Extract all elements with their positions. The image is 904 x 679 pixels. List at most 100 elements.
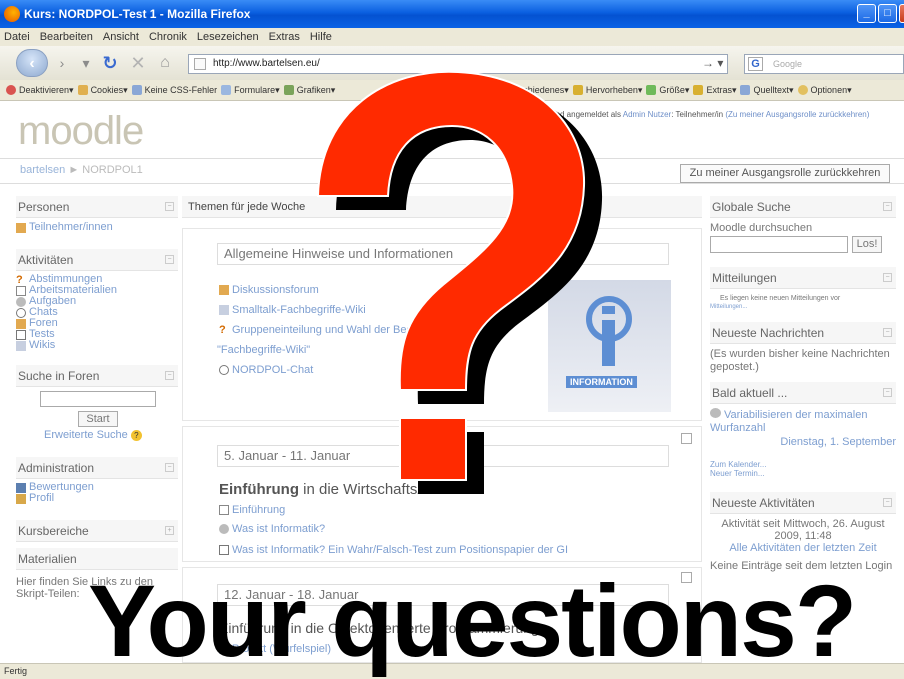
- collapse-icon[interactable]: −: [883, 202, 892, 211]
- go-arrow-icon[interactable]: → ▾: [702, 56, 723, 70]
- advanced-search-link[interactable]: Erweiterte Suche ?: [44, 429, 178, 441]
- menu-datei[interactable]: Datei: [4, 31, 30, 43]
- your-questions-caption: Your questions?: [88, 564, 857, 678]
- link-diskussionsforum[interactable]: Diskussionsforum: [219, 283, 467, 297]
- webdev-verschiedenes[interactable]: Verschiedenes: [505, 85, 564, 95]
- image-icon: [283, 85, 294, 95]
- stop-button[interactable]: ✕: [124, 53, 152, 74]
- block-title-globale-suche: Globale Suche −: [710, 196, 896, 218]
- home-button[interactable]: ⌂: [152, 54, 178, 72]
- collapse-icon[interactable]: −: [883, 388, 892, 397]
- menu-ansicht[interactable]: Ansicht: [103, 31, 139, 43]
- forum-search-input[interactable]: [40, 391, 156, 407]
- collapse-icon[interactable]: −: [165, 202, 174, 211]
- menu-chronik[interactable]: Chronik: [149, 31, 187, 43]
- link-informatik-test[interactable]: Was ist Informatik? Ein Wahr/Falsch-Test…: [219, 543, 568, 557]
- menu-bar: Datei Bearbeiten Ansicht Chronik Lesezei…: [0, 28, 904, 46]
- collapse-icon[interactable]: −: [883, 273, 892, 282]
- link-wikis[interactable]: Wikis: [16, 340, 178, 351]
- search-field[interactable]: G Google: [744, 54, 904, 74]
- window-title: Kurs: NORDPOL-Test 1 - Mozilla Firefox: [24, 7, 251, 21]
- collapse-icon[interactable]: −: [883, 328, 892, 337]
- back-button[interactable]: ‹: [16, 49, 48, 77]
- choice-icon: ?: [16, 273, 23, 286]
- maximize-button[interactable]: □: [878, 4, 897, 23]
- webdev-quelltext[interactable]: Quelltext: [753, 85, 789, 95]
- highlight-checkbox[interactable]: [681, 433, 692, 444]
- block-title-suche-foren: Suche in Foren −: [16, 365, 178, 387]
- webdev-cookies[interactable]: Cookies: [91, 85, 124, 95]
- block-title-neueste-nachrichten: Neueste Nachrichten −: [710, 322, 896, 344]
- webdev-formulare[interactable]: Formulare: [234, 85, 275, 95]
- navigation-toolbar: ‹ › ▾ ↻ ✕ ⌂ http://www.bartelsen.eu/ → ▾…: [0, 46, 904, 80]
- collapse-icon[interactable]: −: [883, 498, 892, 507]
- return-role-button[interactable]: Zu meiner Ausgangsrolle zurückkehren: [680, 164, 890, 183]
- login-user-link[interactable]: Admin Nutzer: [623, 110, 671, 119]
- webdev-groesse[interactable]: Größe: [659, 85, 685, 95]
- chat-icon: [219, 365, 229, 375]
- webdev-css[interactable]: Keine CSS-Fehler: [145, 85, 218, 95]
- window-titlebar: Kurs: NORDPOL-Test 1 - Mozilla Firefox _…: [0, 0, 904, 28]
- minimize-button[interactable]: _: [857, 4, 876, 23]
- login-return-link[interactable]: (Zu meiner Ausgangsrolle zurückkehren): [725, 110, 869, 119]
- link-nordpol-chat[interactable]: NORDPOL-Chat: [219, 363, 467, 377]
- block-title-personen: Personen −: [16, 196, 178, 218]
- breadcrumb-separator: ►: [68, 164, 80, 176]
- link-was-ist-informatik[interactable]: Was ist Informatik?: [219, 522, 568, 536]
- section-heading-week-1: Einführung in die Wirtschaftsinformatik: [219, 481, 483, 498]
- css-icon: [131, 85, 142, 95]
- collapse-icon[interactable]: −: [165, 463, 174, 472]
- highlight-icon: [572, 85, 583, 95]
- mitteilungen-link[interactable]: Mitteilungen...: [710, 304, 896, 310]
- forum-search-button[interactable]: Start: [78, 411, 118, 427]
- close-button[interactable]: ×: [899, 4, 904, 23]
- quiz-icon: [16, 329, 26, 340]
- webdev-grafiken[interactable]: Grafiken: [297, 85, 331, 95]
- menu-hilfe[interactable]: Hilfe: [310, 31, 332, 43]
- reload-button[interactable]: ↻: [96, 53, 124, 74]
- global-search-input[interactable]: [710, 236, 848, 253]
- link-gruppeneinteilung[interactable]: ? Gruppeneinteilung und Wahl der Begriffe…: [219, 323, 467, 337]
- block-title-mitteilungen: Mitteilungen −: [710, 267, 896, 289]
- url-text: http://www.bartelsen.eu/: [213, 58, 320, 69]
- collapse-icon[interactable]: −: [165, 371, 174, 380]
- global-search-button[interactable]: Los!: [852, 236, 882, 253]
- info-bar: [602, 320, 615, 366]
- block-title-neueste-aktivitaeten: Neueste Aktivitäten −: [710, 492, 896, 514]
- google-icon[interactable]: G: [748, 57, 763, 71]
- link-profil[interactable]: Profil: [16, 493, 178, 504]
- event-date[interactable]: Dienstag, 1. September: [710, 436, 896, 448]
- url-bar[interactable]: http://www.bartelsen.eu/: [188, 54, 728, 74]
- info-dot: [602, 306, 615, 314]
- calendar-link[interactable]: Zum Kalender...: [710, 460, 896, 469]
- breadcrumb-home[interactable]: bartelsen: [20, 164, 65, 176]
- webdev-optionen[interactable]: Optionen: [811, 85, 848, 95]
- menu-extras[interactable]: Extras: [269, 31, 300, 43]
- assignment-icon: [219, 524, 229, 534]
- search-placeholder: Google: [773, 59, 803, 69]
- history-dropdown-icon[interactable]: ▾: [76, 55, 96, 72]
- assignment-icon: [710, 408, 721, 418]
- event-link[interactable]: Variabilisieren der maximalen Wurfanzahl: [710, 408, 896, 435]
- forward-button[interactable]: ›: [52, 55, 72, 71]
- expand-icon[interactable]: +: [165, 526, 174, 535]
- menu-bearbeiten[interactable]: Bearbeiten: [40, 31, 93, 43]
- new-event-link[interactable]: Neuer Termin...: [710, 469, 896, 478]
- webdev-deaktivieren[interactable]: Deaktivieren: [19, 85, 69, 95]
- link-einfuehrung[interactable]: Einführung: [219, 503, 568, 517]
- link-smalltalk-wiki[interactable]: Smalltalk-Fachbegriffe-Wiki: [219, 303, 467, 317]
- choice-icon: ?: [219, 324, 226, 336]
- login-info: Sie sind angemeldet als Admin Nutzer: Te…: [536, 110, 870, 119]
- help-icon[interactable]: ?: [130, 430, 142, 441]
- webdev-hervorheben[interactable]: Hervorheben: [586, 85, 638, 95]
- block-title-bald-aktuell: Bald aktuell ... −: [710, 382, 896, 404]
- block-title-aktivitaeten: Aktivitäten −: [16, 249, 178, 271]
- menu-lesezeichen[interactable]: Lesezeichen: [197, 31, 259, 43]
- webdev-extras[interactable]: Extras: [706, 85, 732, 95]
- link-fachbegriffe-wiki[interactable]: "Fachbegriffe-Wiki": [217, 343, 467, 357]
- resource-icon: [219, 505, 229, 515]
- link-teilnehmer[interactable]: Teilnehmer/innen: [16, 222, 178, 233]
- nachrichten-text: (Es wurden bisher keine Nachrichten gepo…: [710, 348, 890, 373]
- collapse-icon[interactable]: −: [165, 255, 174, 264]
- all-activity-link[interactable]: Alle Aktivitäten der letzten Zeit: [710, 542, 896, 554]
